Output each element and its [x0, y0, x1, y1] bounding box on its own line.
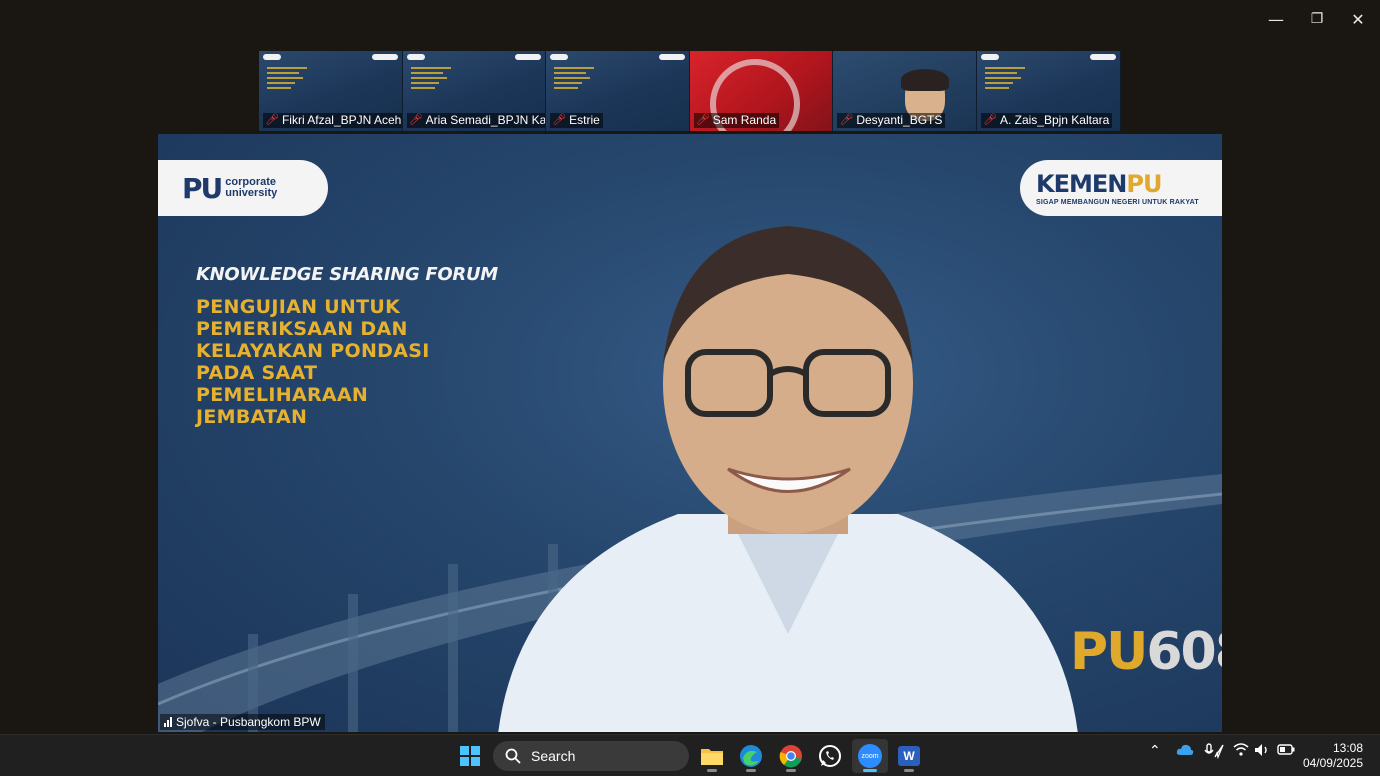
- mini-logo: [550, 54, 569, 60]
- onedrive-icon[interactable]: [1176, 743, 1194, 759]
- whatsapp-icon[interactable]: [812, 739, 848, 773]
- logo-line-university: university: [225, 187, 278, 199]
- corporate-university-logo: PU corporate university: [158, 160, 328, 216]
- mini-logo: [371, 54, 398, 60]
- clock-date: 04/09/2025: [1302, 756, 1363, 770]
- word-logo: W: [898, 746, 920, 766]
- mini-slide-text: [554, 67, 595, 92]
- participant-name: A. Zais_Bpjn Kaltara: [999, 113, 1110, 127]
- participant-tile[interactable]: 🎤︎ Desyanti_BGTS: [833, 51, 977, 131]
- mic-muted-icon: 🎤︎: [839, 114, 854, 126]
- speaker-name: Sjofva - Pusbangkom BPW: [176, 715, 321, 729]
- zoom-logo: zoom: [858, 744, 882, 768]
- taskbar-search[interactable]: Search: [493, 741, 689, 771]
- corporate-university-text: corporate university: [225, 177, 277, 199]
- kemenpu-brand-a: KEMEN: [1036, 170, 1127, 198]
- location-mic-icon[interactable]: [1204, 743, 1224, 763]
- signal-strength-icon: [164, 717, 172, 727]
- speaker-person: [498, 226, 1078, 732]
- restore-button[interactable]: ❐: [1296, 0, 1338, 38]
- windows-logo-icon: [460, 746, 480, 766]
- kemenpu-brand-b: PU: [1126, 170, 1162, 198]
- kemenpu-logo: KEMENPU SIGAP MEMBANGUN NEGERI UNTUK RAK…: [1020, 160, 1222, 216]
- participant-name: Estrie: [569, 113, 600, 127]
- mic-muted-icon: 🎤︎: [552, 114, 567, 126]
- participant-tile[interactable]: 🎤︎ Fikri Afzal_BPJN Aceh: [259, 51, 403, 131]
- battery-icon[interactable]: [1277, 743, 1295, 759]
- minimize-button[interactable]: —: [1255, 0, 1297, 38]
- pu608-badge: PU608: [1070, 622, 1222, 682]
- mini-logo: [515, 54, 542, 60]
- mini-logo: [1089, 54, 1116, 60]
- participant-name-label: 🎤︎ Desyanti_BGTS: [837, 113, 946, 128]
- edge-icon[interactable]: [733, 739, 769, 773]
- word-icon[interactable]: W: [891, 739, 927, 773]
- mini-logo: [406, 54, 425, 60]
- participant-name: Aria Semadi_BPJN Kal...: [425, 113, 547, 127]
- search-icon: [505, 748, 521, 764]
- mic-muted-icon: 🎤︎: [265, 114, 279, 126]
- badge-pu: PU: [1070, 622, 1148, 682]
- mini-slide-text: [984, 67, 1025, 92]
- windows-taskbar: Search zoom W ⌃ 13:08 04/09/2025: [0, 734, 1380, 776]
- participant-tile[interactable]: 🎤︎ Aria Semadi_BPJN Kal...: [402, 51, 547, 131]
- mini-logo: [658, 54, 685, 60]
- title-bar: — ❐ ✕: [0, 0, 1380, 40]
- search-label: Search: [531, 748, 576, 764]
- chrome-icon[interactable]: [773, 739, 809, 773]
- participant-tile[interactable]: 🎤︎ Sam Randa: [689, 51, 834, 131]
- participant-strip: 🎤︎ Fikri Afzal_BPJN Aceh 🎤︎ Aria Semadi_BPJ…: [259, 51, 1121, 131]
- participant-name-label: 🎤︎ Estrie: [550, 113, 603, 128]
- participant-name: Sam Randa: [712, 113, 777, 127]
- wifi-icon[interactable]: [1233, 743, 1249, 760]
- active-indicator: [863, 769, 877, 772]
- participant-tile[interactable]: 🎤︎ A. Zais_Bpjn Kaltara: [976, 51, 1121, 131]
- active-speaker-video[interactable]: PU corporate university KEMENPU SIGAP ME…: [158, 134, 1222, 732]
- pu-logo-mark: PU: [182, 171, 223, 205]
- participant-hair: [901, 69, 950, 91]
- badge-608: 608: [1146, 622, 1222, 682]
- start-button[interactable]: [452, 739, 488, 773]
- system-clock[interactable]: 13:08 04/09/2025: [1303, 741, 1363, 771]
- participant-name-label: 🎤︎ Fikri Afzal_BPJN Aceh: [263, 113, 402, 128]
- running-indicator: [707, 769, 717, 772]
- participant-name-label: 🎤︎ Sam Randa: [693, 113, 780, 128]
- volume-icon[interactable]: [1254, 743, 1270, 761]
- speaker-name-label: Sjofva - Pusbangkom BPW: [160, 714, 325, 730]
- participant-name: Fikri Afzal_BPJN Aceh: [281, 113, 402, 127]
- mini-logo: [980, 54, 999, 60]
- kemenpu-tagline: SIGAP MEMBANGUN NEGERI UNTUK RAKYAT: [1036, 199, 1199, 206]
- clock-time: 13:08: [1332, 741, 1363, 755]
- zoom-icon[interactable]: zoom: [852, 739, 888, 773]
- mini-logo: [263, 54, 281, 60]
- mini-slide-text: [410, 67, 451, 92]
- mic-muted-icon: 🎤︎: [982, 114, 997, 126]
- participant-name-label: 🎤︎ Aria Semadi_BPJN Kal...: [406, 113, 547, 128]
- mini-slide-text: [267, 67, 307, 92]
- zoom-meeting-window: — ❐ ✕ 🎤︎ Fikri Afzal_BPJN Aceh 🎤︎ Aria Sema…: [0, 0, 1380, 734]
- show-hidden-icons-chevron-icon[interactable]: ⌃: [1149, 743, 1161, 759]
- participant-tile[interactable]: 🎤︎ Estrie: [546, 51, 690, 131]
- participant-name: Desyanti_BGTS: [856, 113, 943, 127]
- running-indicator: [904, 769, 914, 772]
- file-explorer-icon[interactable]: [694, 739, 730, 773]
- mic-muted-icon: 🎤︎: [695, 114, 710, 126]
- forum-title: KNOWLEDGE SHARING FORUM: [196, 264, 498, 285]
- mic-muted-icon: 🎤︎: [408, 114, 423, 126]
- running-indicator: [746, 769, 756, 772]
- close-button[interactable]: ✕: [1337, 0, 1379, 38]
- participant-name-label: 🎤︎ A. Zais_Bpjn Kaltara: [980, 113, 1113, 128]
- running-indicator: [786, 769, 796, 772]
